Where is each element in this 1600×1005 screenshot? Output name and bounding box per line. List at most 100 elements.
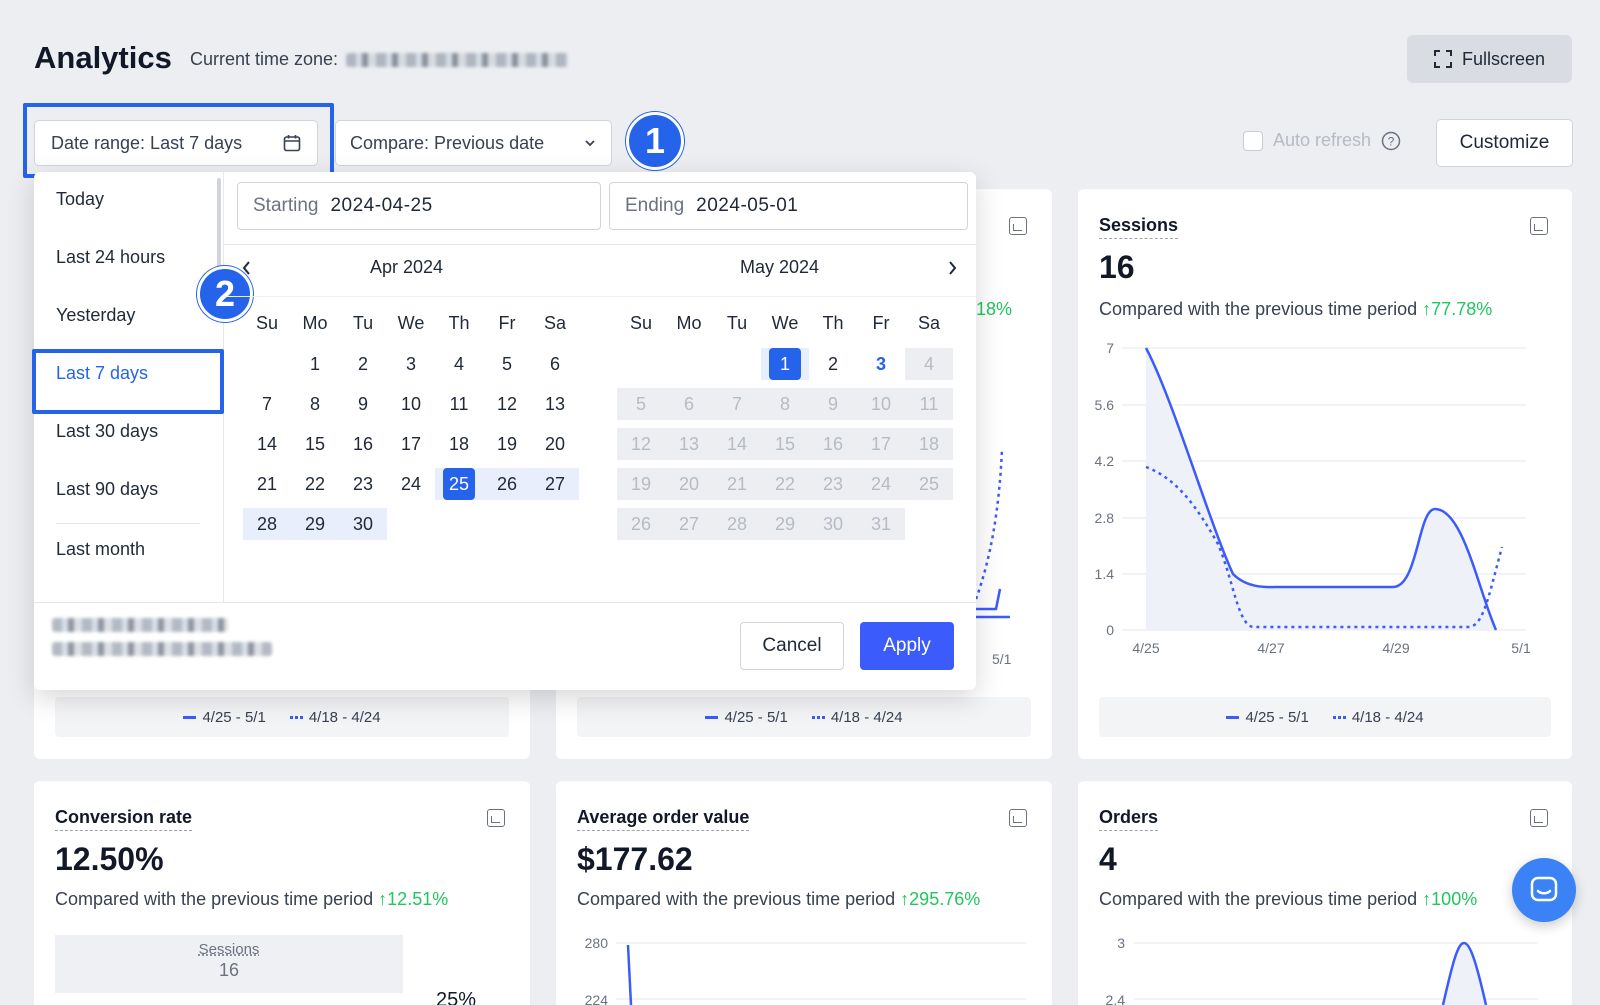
calendar-day[interactable]: 2: [339, 348, 387, 380]
cancel-button[interactable]: Cancel: [740, 622, 844, 670]
starting-value: 2024-04-25: [330, 195, 433, 216]
calendar-day-disabled: 20: [665, 468, 713, 500]
chart-type-icon[interactable]: [1009, 809, 1027, 827]
compare-text: Compared with the previous time period: [55, 889, 374, 909]
y-tick: 4.2: [1095, 453, 1115, 469]
chevron-right-icon[interactable]: [945, 259, 959, 277]
y-tick: 0: [1106, 622, 1114, 638]
calendar-day[interactable]: 2: [809, 348, 857, 380]
calendar-day[interactable]: 23: [339, 468, 387, 500]
date-picker-popover: Today Last 24 hours Yesterday Last 7 day…: [32, 172, 976, 690]
starting-date-input[interactable]: Starting 2024-04-25: [237, 182, 601, 230]
change-up: ↑12.51%: [378, 889, 449, 909]
calendar-day[interactable]: 5: [483, 348, 531, 380]
funnel-step: Sessions 16: [55, 935, 403, 993]
calendar-day-disabled: 13: [665, 428, 713, 460]
hidden-chart-fragment: [976, 448, 1010, 619]
customize-button[interactable]: Customize: [1436, 119, 1573, 167]
preset-last-24-hours[interactable]: Last 24 hours: [56, 247, 165, 268]
calendar-day-disabled: 22: [761, 468, 809, 500]
apply-button[interactable]: Apply: [860, 622, 954, 670]
calendar-day[interactable]: 12: [483, 388, 531, 420]
calendar-day-selected-start[interactable]: 25: [435, 468, 483, 500]
calendar-day[interactable]: 20: [531, 428, 579, 460]
calendar-day[interactable]: 17: [387, 428, 435, 460]
calendar-day[interactable]: 1: [291, 348, 339, 380]
chevron-left-icon[interactable]: [240, 259, 254, 277]
chevron-down-icon: [585, 140, 595, 147]
calendar-day[interactable]: 21: [243, 468, 291, 500]
chart-type-icon[interactable]: [1009, 217, 1027, 235]
calendar-day[interactable]: 24: [387, 468, 435, 500]
weekday: Sa: [543, 313, 567, 333]
funnel-value: 16: [218, 960, 240, 980]
calendar-day[interactable]: 10: [387, 388, 435, 420]
calendar-day-in-range[interactable]: 26: [483, 468, 531, 500]
preset-last-30-days[interactable]: Last 30 days: [56, 421, 158, 442]
calendar-day[interactable]: 22: [291, 468, 339, 500]
change-value: 12.51%: [387, 889, 449, 909]
change-fragment: 18%: [976, 299, 1013, 319]
card-compare: Compared with the previous time period ↑…: [55, 889, 448, 910]
calendar-day-disabled: 17: [857, 428, 905, 460]
card-compare: Compared with the previous time period ↑…: [1099, 299, 1492, 320]
chat-launcher-button[interactable]: [1512, 858, 1576, 922]
fullscreen-icon: [1433, 50, 1452, 68]
calendar-day[interactable]: 6: [531, 348, 579, 380]
chart-type-icon[interactable]: [1530, 809, 1548, 827]
auto-refresh-checkbox[interactable]: [1243, 130, 1263, 151]
calendar-day-in-range[interactable]: 27: [531, 468, 579, 500]
calendar-day-disabled: 7: [713, 388, 761, 420]
compare-text: Compared with the previous time period: [577, 889, 896, 909]
calendar-day[interactable]: 3: [387, 348, 435, 380]
preset-last-month[interactable]: Last month: [56, 539, 145, 560]
chart-type-icon[interactable]: [487, 809, 505, 827]
preset-yesterday[interactable]: Yesterday: [56, 305, 135, 326]
funnel-label: Sessions: [198, 941, 260, 958]
y-tick: 1.4: [1095, 566, 1115, 582]
left-month-label: Apr 2024: [370, 257, 444, 277]
change-up: ↑100%: [1422, 889, 1478, 909]
change-up: ↑295.76%: [900, 889, 981, 909]
calendar-day[interactable]: 18: [435, 428, 483, 460]
calendar-day-today[interactable]: 3: [857, 348, 905, 380]
ending-date-input[interactable]: Ending 2024-05-01: [609, 182, 968, 230]
calendar-day-in-range[interactable]: 28: [243, 508, 291, 540]
weekday: We: [771, 313, 799, 333]
x-tick: 4/25: [1132, 640, 1159, 656]
preset-today[interactable]: Today: [56, 189, 104, 210]
y-tick: 7: [1106, 340, 1114, 356]
calendar-day-disabled: 26: [617, 508, 665, 540]
calendar-day[interactable]: 11: [435, 388, 483, 420]
weekday: Tu: [726, 313, 748, 333]
calendar-day[interactable]: 9: [339, 388, 387, 420]
weekday: Sa: [917, 313, 941, 333]
calendar-day-disabled: 9: [809, 388, 857, 420]
calendar-day[interactable]: 13: [531, 388, 579, 420]
redacted-footer-text: [52, 618, 272, 656]
chart-type-icon[interactable]: [1530, 217, 1548, 235]
calendar-day-disabled: 24: [857, 468, 905, 500]
calendar-day[interactable]: 19: [483, 428, 531, 460]
calendar-day[interactable]: 4: [435, 348, 483, 380]
calendar-day-selected-end[interactable]: 1: [761, 348, 809, 380]
calendar-day[interactable]: 7: [243, 388, 291, 420]
weekday: Fr: [872, 313, 890, 333]
card-title: Orders: [1099, 807, 1159, 831]
calendar-day-in-range[interactable]: 30: [339, 508, 387, 540]
calendar-day-in-range[interactable]: 29: [291, 508, 339, 540]
date-range-button[interactable]: Date range: Last 7 days: [34, 120, 318, 166]
calendar-day[interactable]: 16: [339, 428, 387, 460]
calendar-day-disabled: 29: [761, 508, 809, 540]
calendar-day[interactable]: 14: [243, 428, 291, 460]
compare-dropdown[interactable]: Compare: Previous date: [335, 120, 612, 166]
auto-refresh-toggle[interactable]: Auto refresh ?: [1243, 130, 1401, 151]
preset-last-90-days[interactable]: Last 90 days: [56, 479, 158, 500]
fullscreen-button[interactable]: Fullscreen: [1407, 35, 1572, 83]
calendar-day[interactable]: 8: [291, 388, 339, 420]
compare-text: Compared with the previous time period: [1099, 889, 1418, 909]
card-title: Conversion rate: [55, 807, 193, 831]
help-icon[interactable]: ?: [1381, 131, 1401, 151]
card-compare: Compared with the previous time period ↑…: [577, 889, 980, 910]
calendar-day[interactable]: 15: [291, 428, 339, 460]
